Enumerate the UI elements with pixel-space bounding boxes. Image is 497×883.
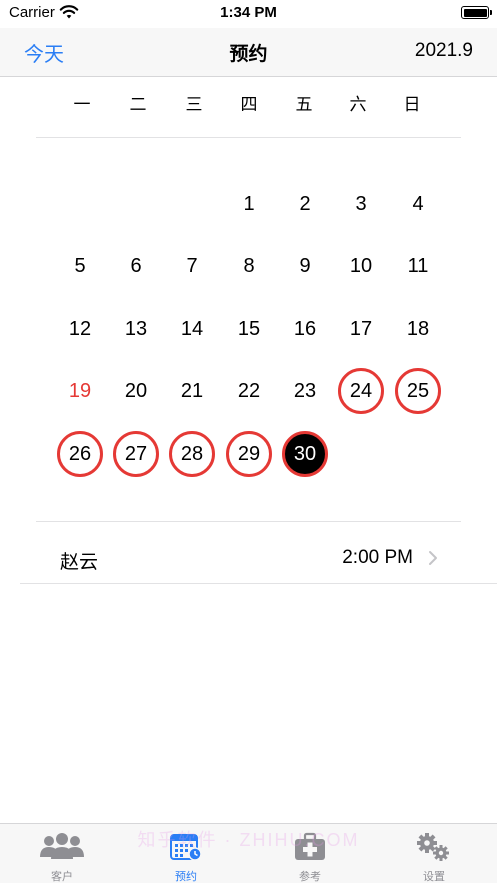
calendar-day-7[interactable]: 7 [169, 243, 215, 289]
calendar-day-15[interactable]: 15 [226, 306, 272, 352]
weekday-label: 六 [349, 95, 367, 114]
tab-reference[interactable]: 参考 [248, 824, 372, 883]
status-bar: Carrier 1:34 PM [0, 0, 497, 28]
tab-label: 参考 [299, 871, 321, 883]
calendar-day-1[interactable]: 1 [226, 181, 272, 227]
appointment-time: 2:00 PM [342, 547, 413, 568]
status-time: 1:34 PM [220, 4, 277, 21]
calendar-day-21[interactable]: 21 [169, 368, 215, 414]
tab-appointments[interactable]: 预约 [124, 824, 248, 883]
calendar-icon [170, 834, 202, 861]
calendar-day-26[interactable]: 26 [57, 431, 103, 477]
weekday-label: 日 [403, 95, 421, 114]
navigation-bar: 今天 预约 2021.9 [0, 28, 497, 77]
calendar-grid: 1 2 3 4 5 6 7 8 9 10 11 12 13 14 15 16 17 18 19 20 21 22 23 24 2… [0, 160, 497, 500]
battery-cap [490, 10, 492, 15]
calendar-day-4[interactable]: 4 [395, 181, 441, 227]
calendar-day-2[interactable]: 2 [282, 181, 328, 227]
tab-bar: 客户 预约 参考 设置 [0, 823, 497, 883]
appointment-row[interactable]: 赵云 2:00 PM [20, 535, 497, 583]
calendar-day-27[interactable]: 27 [113, 431, 159, 477]
calendar-day-17[interactable]: 17 [338, 306, 384, 352]
calendar-day-30[interactable]: 30 [282, 431, 328, 477]
calendar-day-9[interactable]: 9 [282, 243, 328, 289]
calendar-day-18[interactable]: 18 [395, 306, 441, 352]
calendar-day-24[interactable]: 24 [338, 368, 384, 414]
tab-label: 预约 [175, 871, 197, 883]
calendar-day-23[interactable]: 23 [282, 368, 328, 414]
tab-customers[interactable]: 客户 [0, 824, 124, 883]
calendar-day-16[interactable]: 16 [282, 306, 328, 352]
app-screen: Carrier 1:34 PM 今天 预约 2021.9 一 二 三 四 五 六… [0, 0, 497, 883]
battery-icon [461, 6, 489, 19]
calendar-day-22[interactable]: 22 [226, 368, 272, 414]
calendar-day-3[interactable]: 3 [338, 181, 384, 227]
people-icon [40, 833, 84, 859]
weekday-label: 二 [129, 95, 147, 114]
weekday-divider [36, 137, 461, 138]
weekday-label: 一 [73, 95, 91, 114]
calendar-day-28[interactable]: 28 [169, 431, 215, 477]
weekday-label: 四 [240, 95, 258, 114]
medical-kit-icon [295, 832, 325, 860]
calendar-day-8[interactable]: 8 [226, 243, 272, 289]
calendar-day-25[interactable]: 25 [395, 368, 441, 414]
calendar-day-20[interactable]: 20 [113, 368, 159, 414]
weekday-label: 三 [185, 95, 203, 114]
month-label[interactable]: 2021.9 [415, 40, 473, 62]
calendar-day-5[interactable]: 5 [57, 243, 103, 289]
calendar-day-14[interactable]: 14 [169, 306, 215, 352]
calendar-day-11[interactable]: 11 [395, 243, 441, 289]
calendar-day-13[interactable]: 13 [113, 306, 159, 352]
calendar-day-10[interactable]: 10 [338, 243, 384, 289]
tab-settings[interactable]: 设置 [372, 824, 496, 883]
tab-label: 客户 [51, 871, 73, 883]
gears-icon [417, 833, 449, 861]
row-divider [20, 583, 497, 584]
weekday-header: 一 二 三 四 五 六 日 [58, 90, 443, 116]
calendar-day-29[interactable]: 29 [226, 431, 272, 477]
weekday-label: 五 [295, 95, 313, 114]
calendar-day-12[interactable]: 12 [57, 306, 103, 352]
list-divider [36, 521, 461, 522]
calendar-day-19[interactable]: 19 [57, 368, 103, 414]
chevron-right-icon [429, 551, 437, 565]
calendar-day-6[interactable]: 6 [113, 243, 159, 289]
tab-label: 设置 [423, 871, 445, 883]
client-name: 赵云 [60, 552, 99, 573]
